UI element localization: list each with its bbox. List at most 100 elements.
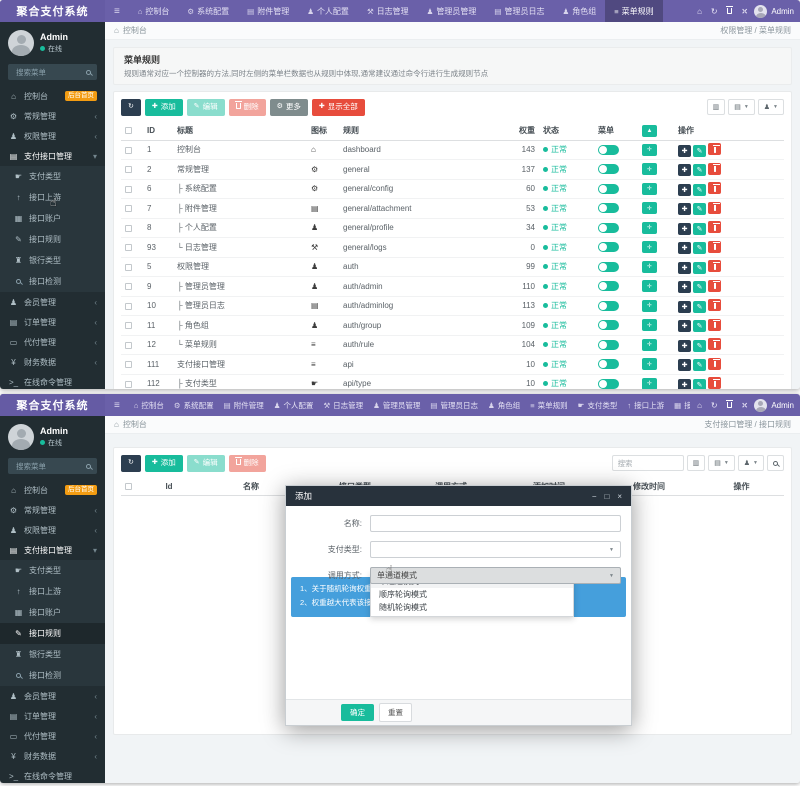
sidebar-item-权限管理[interactable]: ♟权限管理‹ xyxy=(0,520,105,540)
sidebar-item-支付类型[interactable]: ☛支付类型 xyxy=(0,166,105,187)
sort-all-button[interactable]: ▲ xyxy=(642,125,657,137)
refresh-icon[interactable]: ↻ xyxy=(711,401,718,410)
edit-row-button[interactable]: ✎ xyxy=(693,379,706,390)
visible-columns-button[interactable]: ♟ ▼ xyxy=(738,455,764,471)
row-checkbox[interactable] xyxy=(125,205,132,212)
sidebar-item-支付类型[interactable]: ☛支付类型 xyxy=(0,560,105,581)
select-all-checkbox[interactable] xyxy=(121,478,143,496)
topnav-tab[interactable]: ⚙系统配置 xyxy=(169,394,219,416)
add-child-button[interactable]: ✚ xyxy=(678,203,691,215)
sidebar-item-代付管理[interactable]: ▭代付管理‹ xyxy=(0,332,105,352)
checkbox-icon[interactable] xyxy=(125,483,132,490)
menu-toggle[interactable] xyxy=(598,301,619,311)
topnav-tab[interactable]: ⚒日志管理 xyxy=(358,0,418,22)
menu-toggle[interactable] xyxy=(598,379,619,389)
home-icon[interactable]: ⌂ xyxy=(697,7,702,16)
columns-button[interactable]: ▥ xyxy=(707,99,726,115)
menu-toggle[interactable] xyxy=(598,281,619,291)
pay-type-select[interactable]: ▼ xyxy=(370,541,621,558)
edit-row-button[interactable]: ✎ xyxy=(693,242,706,254)
add-child-button[interactable]: ✚ xyxy=(678,242,691,254)
sidebar-item-控制台[interactable]: ⌂控制台后台首页 xyxy=(0,480,105,500)
delete-row-button[interactable] xyxy=(708,182,721,194)
menu-toggle[interactable] xyxy=(598,242,619,252)
topnav-tab[interactable]: ▤附件管理 xyxy=(238,0,298,22)
add-child-button[interactable]: ✚ xyxy=(678,359,691,371)
delete-row-button[interactable] xyxy=(708,358,721,370)
refresh-button[interactable]: ↻ xyxy=(121,455,141,472)
column-header-sort[interactable]: ▲ xyxy=(638,122,674,141)
topnav-tab[interactable]: ♟角色组 xyxy=(483,394,525,416)
sidebar-item-接口规则[interactable]: ✎接口规则 xyxy=(0,623,105,644)
add-child-button[interactable]: ✚ xyxy=(678,184,691,196)
admin-menu[interactable]: Admin xyxy=(754,394,800,416)
drag-sort-button[interactable]: ✛ xyxy=(642,261,657,273)
more-button[interactable]: ⚙更多 xyxy=(270,99,308,116)
column-header-图标[interactable]: 图标 xyxy=(307,122,339,141)
export-button[interactable]: ▤ ▼ xyxy=(728,99,755,115)
refresh-icon[interactable]: ↻ xyxy=(711,7,718,16)
add-child-button[interactable]: ✚ xyxy=(678,320,691,332)
delete-row-button[interactable] xyxy=(708,319,721,331)
export-button[interactable]: ▤ ▼ xyxy=(708,455,735,471)
menu-toggle[interactable] xyxy=(598,203,619,213)
column-header-Id[interactable]: Id xyxy=(143,478,195,496)
search-button[interactable] xyxy=(767,455,784,471)
add-child-button[interactable]: ✚ xyxy=(678,164,691,176)
sidebar-item-会员管理[interactable]: ♟会员管理‹ xyxy=(0,686,105,706)
home-icon[interactable]: ⌂ xyxy=(697,401,702,410)
sidebar-item-财务数据[interactable]: ¥财务数据‹ xyxy=(0,352,105,372)
row-checkbox[interactable] xyxy=(125,166,132,173)
call-mode-select[interactable]: 单通道模式▼ xyxy=(370,567,621,584)
menu-toggle[interactable] xyxy=(598,145,619,155)
fullscreen-icon[interactable]: ✛ xyxy=(741,7,748,16)
topnav-tab[interactable]: ⌂控制台 xyxy=(129,0,179,22)
add-child-button[interactable]: ✚ xyxy=(678,340,691,352)
sidebar-search[interactable] xyxy=(8,64,97,80)
edit-row-button[interactable]: ✎ xyxy=(693,262,706,274)
visible-columns-button[interactable]: ♟ ▼ xyxy=(758,99,784,115)
sidebar-item-接口检测[interactable]: 接口检测 xyxy=(0,271,105,292)
sidebar-item-常规管理[interactable]: ⚙常规管理‹ xyxy=(0,500,105,520)
topnav-tab[interactable]: ⚙系统配置 xyxy=(178,0,238,22)
topnav-tab[interactable]: ⌂控制台 xyxy=(129,394,169,416)
sidebar-item-接口规则[interactable]: ✎接口规则 xyxy=(0,229,105,250)
delete-row-button[interactable] xyxy=(708,338,721,350)
trash-icon[interactable] xyxy=(727,7,732,16)
row-checkbox[interactable] xyxy=(125,322,132,329)
add-child-button[interactable]: ✚ xyxy=(678,379,691,390)
sidebar-search-input[interactable] xyxy=(14,461,82,472)
edit-row-button[interactable]: ✎ xyxy=(693,320,706,332)
drag-sort-button[interactable]: ✛ xyxy=(642,222,657,234)
sidebar-item-接口上游[interactable]: ↑接口上游 xyxy=(0,581,105,602)
add-child-button[interactable]: ✚ xyxy=(678,223,691,235)
hamburger-icon[interactable]: ≡ xyxy=(105,0,129,22)
add-child-button[interactable]: ✚ xyxy=(678,281,691,293)
dropdown-option[interactable]: 随机轮询模式 xyxy=(371,601,573,614)
menu-toggle[interactable] xyxy=(598,164,619,174)
table-search-input[interactable] xyxy=(612,455,684,471)
dialog-titlebar[interactable]: 添加 − □ × xyxy=(286,486,631,506)
sidebar-search-input[interactable] xyxy=(14,67,82,78)
sidebar-item-支付接口管理[interactable]: ▤支付接口管理▾ xyxy=(0,540,105,560)
sidebar-item-订单管理[interactable]: ▤订单管理‹ xyxy=(0,312,105,332)
columns-button[interactable]: ▥ xyxy=(687,455,706,471)
sidebar-item-在线命令管理[interactable]: >_在线命令管理 xyxy=(0,766,105,783)
select-all-checkbox[interactable] xyxy=(121,122,143,141)
menu-toggle[interactable] xyxy=(598,320,619,330)
drag-sort-button[interactable]: ✛ xyxy=(642,183,657,195)
row-checkbox[interactable] xyxy=(125,264,132,271)
row-checkbox[interactable] xyxy=(125,342,132,349)
drag-sort-button[interactable]: ✛ xyxy=(642,280,657,292)
row-checkbox[interactable] xyxy=(125,303,132,310)
row-checkbox[interactable] xyxy=(125,361,132,368)
edit-row-button[interactable]: ✎ xyxy=(693,340,706,352)
delete-row-button[interactable] xyxy=(708,377,721,389)
column-header-状态[interactable]: 状态 xyxy=(539,122,594,141)
add-child-button[interactable]: ✚ xyxy=(678,301,691,313)
edit-row-button[interactable]: ✎ xyxy=(693,145,706,157)
sidebar-item-接口账户[interactable]: ▦接口账户 xyxy=(0,208,105,229)
drag-sort-button[interactable]: ✛ xyxy=(642,144,657,156)
add-button[interactable]: ✚添加 xyxy=(145,455,183,472)
delete-row-button[interactable] xyxy=(708,221,721,233)
